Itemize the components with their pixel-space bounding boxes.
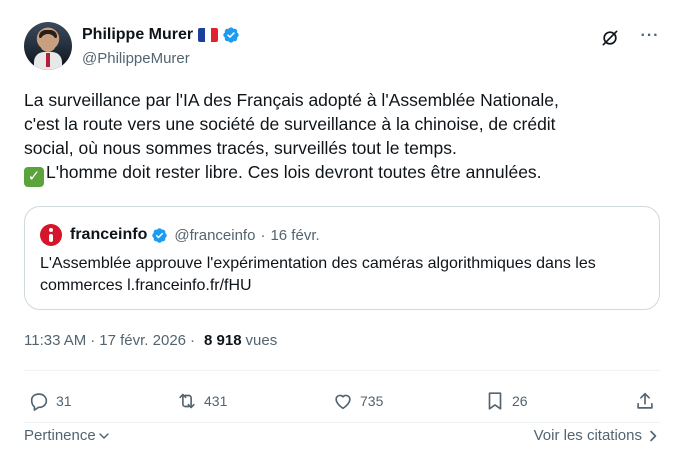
bookmark-button[interactable]: 26	[484, 388, 528, 414]
check-mark-emoji-icon: ✓	[24, 167, 44, 187]
quoted-separator: ·	[260, 226, 266, 244]
tweet-text-line: La surveillance par l'IA des Français ad…	[24, 90, 559, 110]
tweet-text: La surveillance par l'IA des Français ad…	[24, 88, 654, 187]
view-quotes-label: Voir les citations	[533, 427, 642, 444]
quoted-tweet-text: L'Assemblée approuve l'expérimentation d…	[40, 253, 650, 297]
reply-icon	[30, 393, 48, 411]
meta-separator: ·	[190, 332, 195, 349]
sort-label: Pertinence	[24, 427, 96, 444]
like-count: 735	[360, 393, 384, 409]
verified-badge-icon	[223, 27, 239, 43]
chevron-down-icon	[98, 432, 109, 439]
repost-icon	[179, 393, 195, 409]
quoted-text-line: commerces l.franceinfo.fr/fHU	[40, 277, 252, 294]
quoted-handle: @franceinfo	[174, 226, 256, 244]
quoted-display-name: franceinfo	[70, 226, 148, 243]
quoted-date: 16 févr.	[270, 226, 320, 244]
chevron-right-icon	[650, 430, 657, 441]
sort-dropdown[interactable]: Pertinence	[24, 427, 110, 444]
action-bar: 31 431 735 26	[24, 388, 660, 414]
quoted-text-line: L'Assemblée approuve l'expérimentation d…	[40, 255, 596, 272]
quoted-tweet-header: franceinfo @franceinfo · 16 févr.	[40, 224, 320, 246]
share-button[interactable]	[634, 388, 656, 414]
bookmark-count: 26	[512, 393, 528, 409]
avatar[interactable]	[24, 22, 72, 70]
verified-badge-icon	[152, 227, 168, 243]
author-handle[interactable]: @PhilippeMurer	[82, 50, 190, 67]
divider	[24, 422, 660, 423]
tweet-time[interactable]: 11:33 AM	[24, 332, 86, 349]
author-name-row[interactable]: Philippe Murer	[82, 25, 240, 45]
bookmark-icon	[488, 392, 502, 410]
heart-icon	[335, 394, 351, 410]
views-label: vues	[245, 332, 278, 349]
grok-icon[interactable]	[600, 28, 620, 48]
author-display-name[interactable]: Philippe Murer	[82, 26, 193, 44]
more-options-icon[interactable]: ···	[640, 26, 660, 46]
tweet-meta: 11:33 AM · 17 févr. 2026 · 8 918 vues	[24, 332, 277, 349]
reply-button[interactable]: 31	[28, 388, 72, 414]
repost-count: 431	[204, 393, 228, 409]
tweet-text-line: social, où nous sommes tracés, surveillé…	[24, 138, 457, 158]
tweet-text-line-with-emoji: ✓ L'homme doit rester libre. Ces lois dev…	[24, 160, 654, 187]
repost-button[interactable]: 431	[176, 388, 227, 414]
like-button[interactable]: 735	[332, 388, 383, 414]
tweet-text-line: L'homme doit rester libre. Ces lois devr…	[46, 162, 542, 182]
views-count: 8 918	[204, 332, 242, 349]
meta-separator: ·	[90, 332, 96, 349]
share-icon	[637, 392, 653, 409]
view-quotes-link[interactable]: Voir les citations	[534, 427, 660, 444]
divider	[24, 370, 660, 371]
tweet-date[interactable]: 17 févr. 2026	[99, 332, 186, 349]
tweet-header: Philippe Murer @PhilippeMurer ···	[24, 22, 664, 72]
tweet-text-line: c'est la route vers une société de surve…	[24, 114, 556, 134]
quoted-tweet-card[interactable]: franceinfo @franceinfo · 16 févr. L'Asse…	[24, 206, 660, 310]
franceinfo-logo-icon	[40, 224, 62, 246]
replies-footer: Pertinence Voir les citations	[24, 427, 660, 447]
reply-count: 31	[56, 393, 72, 409]
france-flag-icon	[198, 28, 219, 42]
